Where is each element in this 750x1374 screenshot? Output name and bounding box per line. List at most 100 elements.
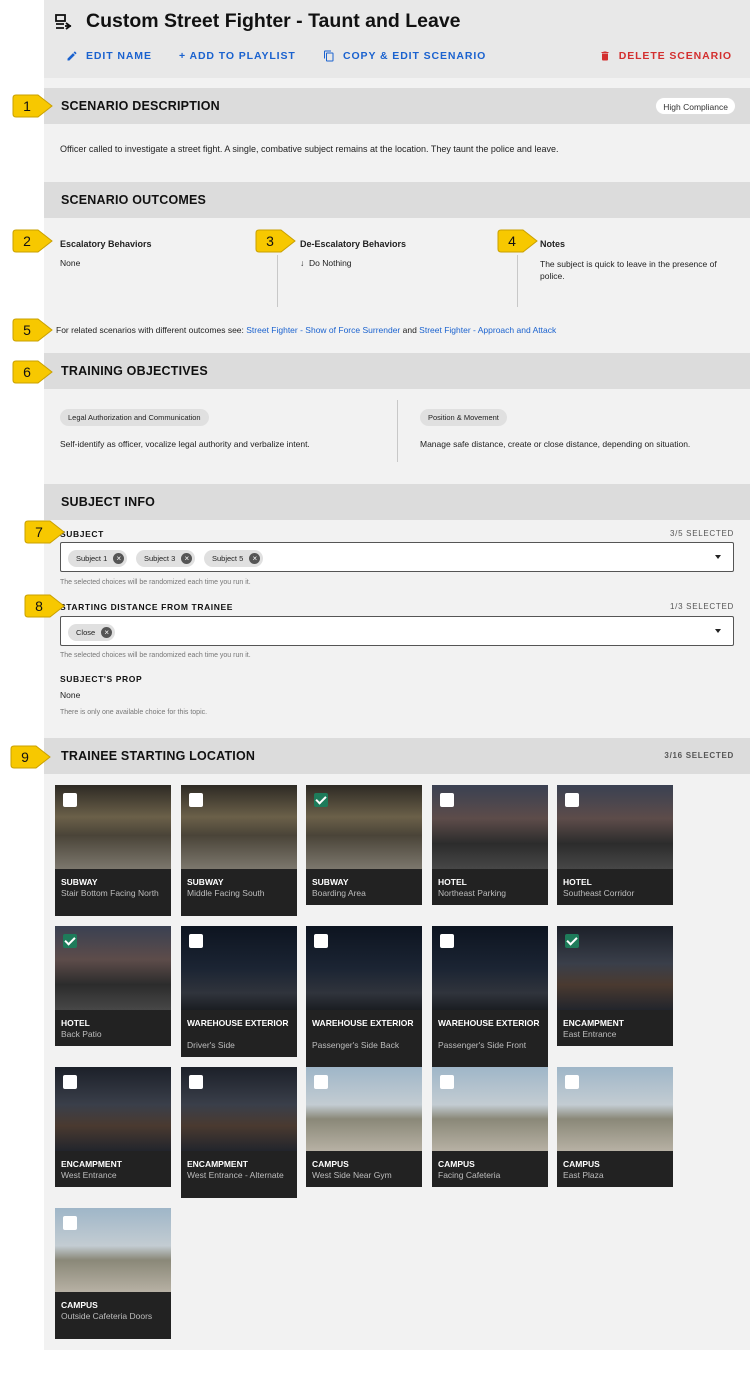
copy-edit-scenario-button[interactable]: COPY & EDIT SCENARIO <box>323 50 486 62</box>
annotation-number: 6 <box>23 364 31 380</box>
location-area: CAMPUS <box>563 1159 600 1169</box>
subject-select[interactable]: Subject 1 × Subject 3 × Subject 5 × <box>60 542 734 572</box>
arrow-down-icon: ↓ <box>300 258 307 268</box>
location-card[interactable]: CAMPUS West Side Near Gym <box>306 1067 422 1187</box>
location-card[interactable]: HOTEL Southeast Corridor <box>557 785 673 905</box>
annotation-number: 1 <box>23 98 31 114</box>
location-card[interactable]: CAMPUS Outside Cafeteria Doors <box>55 1208 171 1339</box>
location-area: CAMPUS <box>438 1159 475 1169</box>
escalatory-title: Escalatory Behaviors <box>60 239 152 249</box>
location-checkbox[interactable] <box>189 1075 203 1089</box>
location-card[interactable]: ENCAMPMENT East Entrance <box>557 926 673 1046</box>
location-position: West Entrance <box>61 1170 117 1180</box>
location-position: Back Patio <box>61 1029 102 1039</box>
location-card[interactable]: ENCAMPMENT West Entrance - Alternate <box>181 1067 297 1198</box>
location-position: Outside Cafeteria Doors <box>61 1311 153 1321</box>
location-checkbox[interactable] <box>63 934 77 948</box>
annotation-badge: 9 <box>10 743 54 771</box>
copy-icon <box>324 50 334 62</box>
location-checkbox[interactable] <box>565 934 579 948</box>
remove-tag-icon[interactable]: × <box>249 553 261 564</box>
location-card[interactable]: SUBWAY Stair Bottom Facing North <box>55 785 171 916</box>
subject-tag-label: Subject 1 <box>76 554 108 563</box>
location-checkbox[interactable] <box>565 793 579 807</box>
annotation-badge: 6 <box>12 358 56 386</box>
location-position: West Side Near Gym <box>312 1170 392 1180</box>
location-checkbox[interactable] <box>440 793 454 807</box>
annotation-badge: 3 <box>255 227 299 255</box>
dropdown-caret-icon[interactable] <box>715 555 721 559</box>
related-link-surrender[interactable]: Street Fighter - Show of Force Surrender <box>246 325 400 335</box>
prop-hint: There is only one available choice for t… <box>60 709 208 716</box>
description-text: Officer called to investigate a street f… <box>60 144 559 154</box>
location-checkbox[interactable] <box>565 1075 579 1089</box>
remove-tag-icon[interactable]: × <box>181 553 193 564</box>
location-position: East Plaza <box>563 1170 604 1180</box>
divider <box>397 400 398 462</box>
annotation-number: 4 <box>508 233 516 249</box>
location-checkbox[interactable] <box>63 793 77 807</box>
location-area: CAMPUS <box>312 1159 349 1169</box>
annotation-badge: 1 <box>12 92 56 120</box>
subject-tag-label: Subject 3 <box>144 554 176 563</box>
location-checkbox[interactable] <box>63 1216 77 1230</box>
location-card[interactable]: HOTEL Back Patio <box>55 926 171 1046</box>
objectives-header: TRAINING OBJECTIVES <box>44 353 750 389</box>
location-checkbox[interactable] <box>314 1075 328 1089</box>
dropdown-caret-icon[interactable] <box>715 629 721 633</box>
location-card[interactable]: CAMPUS East Plaza <box>557 1067 673 1187</box>
location-card[interactable]: CAMPUS Facing Cafeteria <box>432 1067 548 1187</box>
location-position: Passenger's Side Back <box>312 1040 400 1050</box>
location-card[interactable]: ENCAMPMENT West Entrance <box>55 1067 171 1187</box>
location-card[interactable]: WAREHOUSE EXTERIOR Passenger's Side Front <box>432 926 548 1068</box>
related-link-attack[interactable]: Street Fighter - Approach and Attack <box>419 325 556 335</box>
annotation-number: 7 <box>35 524 43 540</box>
add-to-playlist-label: + ADD TO PLAYLIST <box>179 50 296 62</box>
location-checkbox[interactable] <box>63 1075 77 1089</box>
subject-tag: Subject 5 × <box>204 550 264 567</box>
location-area: HOTEL <box>438 877 467 887</box>
location-checkbox[interactable] <box>440 1075 454 1089</box>
location-checkbox[interactable] <box>314 934 328 948</box>
notes-value: The subject is quick to leave in the pre… <box>540 259 717 281</box>
location-area: ENCAMPMENT <box>61 1159 122 1169</box>
subject-info-header: SUBJECT INFO <box>44 484 750 520</box>
location-card[interactable]: HOTEL Northeast Parking <box>432 785 548 905</box>
annotation-number: 9 <box>21 749 29 765</box>
location-position: Driver's Side <box>187 1040 235 1050</box>
copy-edit-label: COPY & EDIT SCENARIO <box>343 50 487 62</box>
location-card[interactable]: WAREHOUSE EXTERIOR Passenger's Side Back <box>306 926 422 1068</box>
distance-tag-label: Close <box>76 628 96 637</box>
annotation-badge: 5 <box>12 316 56 344</box>
edit-name-button[interactable]: EDIT NAME <box>66 50 152 62</box>
divider <box>277 255 278 307</box>
annotation-badge: 2 <box>12 227 56 255</box>
subject-count: 3/5 SELECTED <box>670 529 734 538</box>
delete-scenario-button[interactable]: DELETE SCENARIO <box>599 50 732 62</box>
location-checkbox[interactable] <box>189 793 203 807</box>
remove-tag-icon[interactable]: × <box>113 553 125 564</box>
related-scenarios: For related scenarios with different out… <box>56 325 556 335</box>
location-area: SUBWAY <box>187 877 224 887</box>
location-position: Stair Bottom Facing North <box>61 888 159 898</box>
location-card[interactable]: SUBWAY Middle Facing South <box>181 785 297 916</box>
distance-select[interactable]: Close × <box>60 616 734 646</box>
location-checkbox[interactable] <box>314 793 328 807</box>
location-area: ENCAMPMENT <box>187 1159 248 1169</box>
remove-tag-icon[interactable]: × <box>101 627 113 638</box>
locations-count: 3/16 SELECTED <box>664 751 734 760</box>
location-checkbox[interactable] <box>440 934 454 948</box>
add-to-playlist-button[interactable]: + ADD TO PLAYLIST <box>179 50 296 62</box>
deescalatory-value: Do Nothing <box>309 258 352 268</box>
location-area: HOTEL <box>563 877 592 887</box>
annotation-badge: 8 <box>24 592 68 620</box>
description-header: SCENARIO DESCRIPTION High Compliance <box>44 88 750 124</box>
compliance-badge: High Compliance <box>655 97 736 115</box>
locations-header: TRAINEE STARTING LOCATION 3/16 SELECTED <box>44 738 750 774</box>
subject-tag-label: Subject 5 <box>212 554 244 563</box>
location-position: Northeast Parking <box>438 888 507 898</box>
location-checkbox[interactable] <box>189 934 203 948</box>
location-card[interactable]: WAREHOUSE EXTERIOR Driver's Side <box>181 926 297 1057</box>
edit-name-label: EDIT NAME <box>86 50 152 62</box>
location-card[interactable]: SUBWAY Boarding Area <box>306 785 422 905</box>
